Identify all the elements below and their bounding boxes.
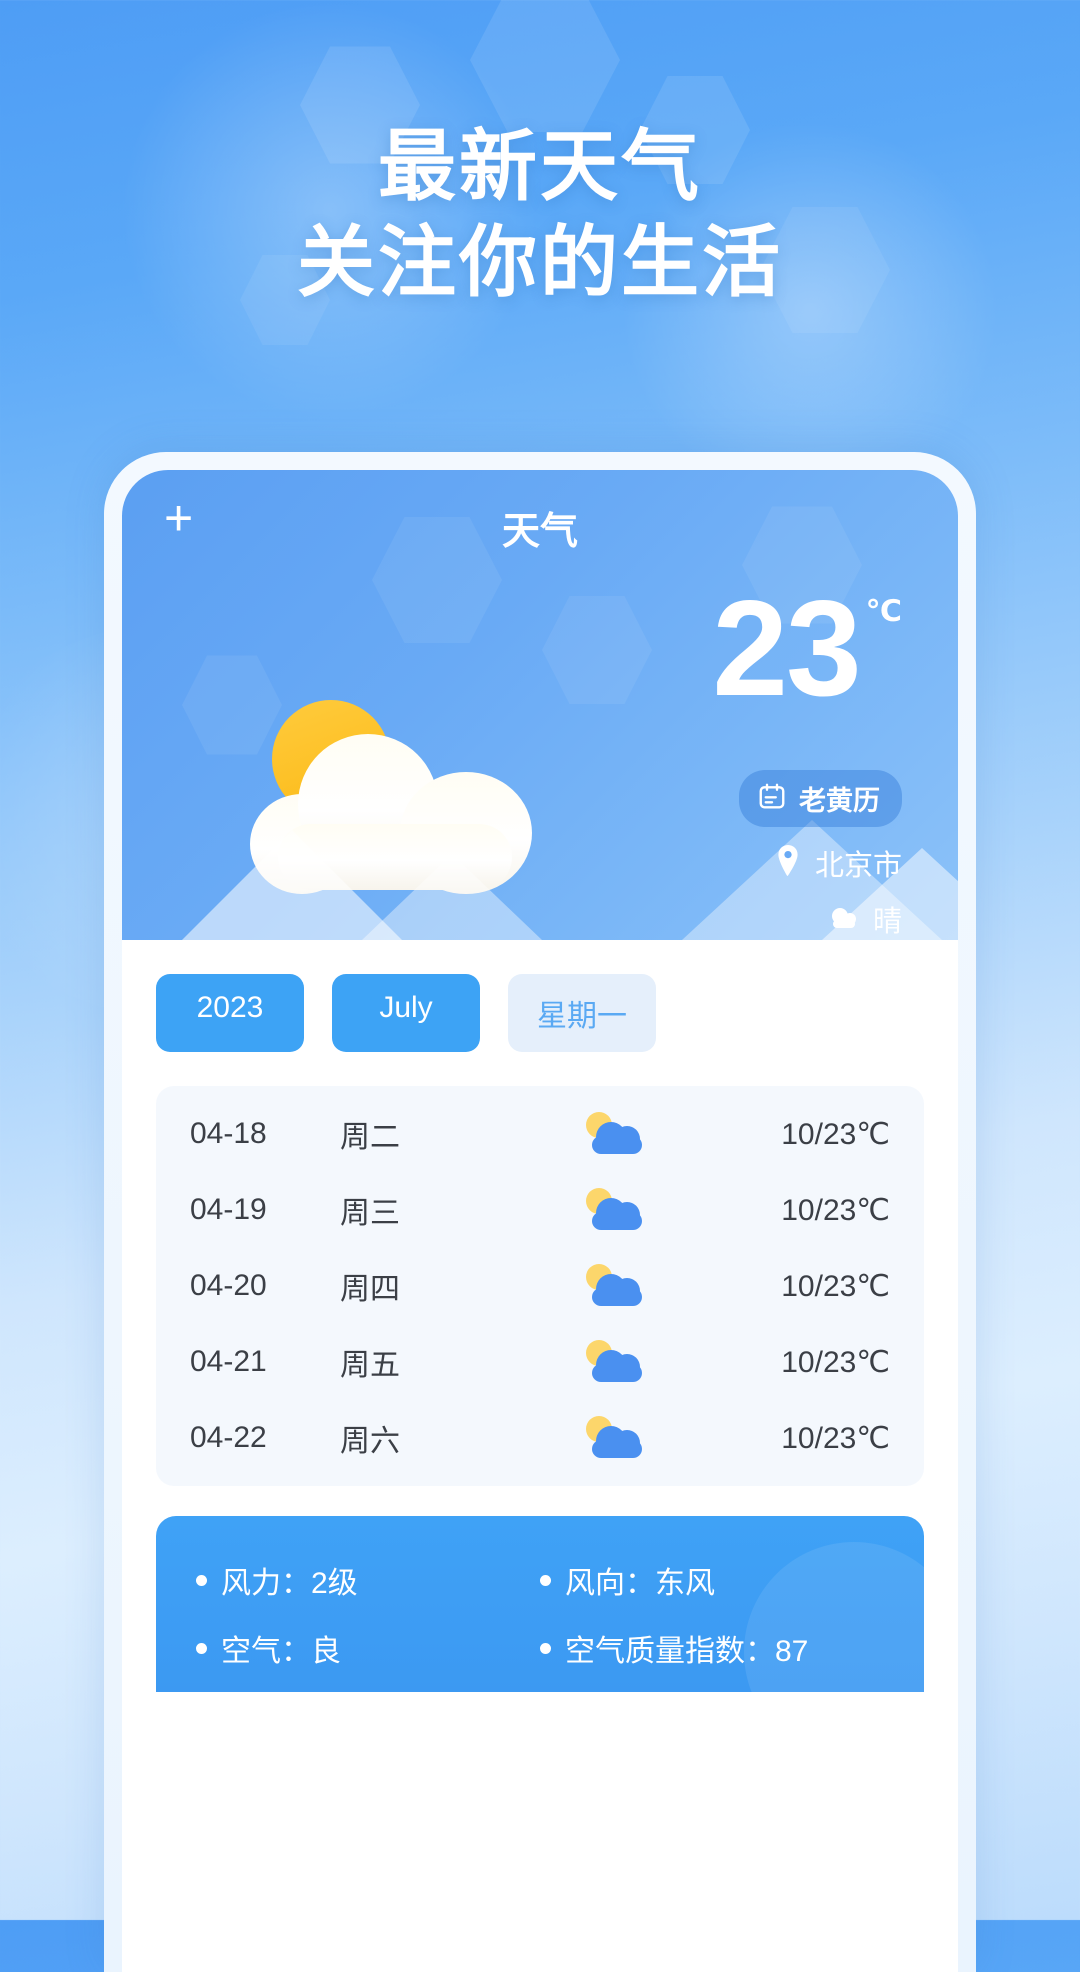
location-label: 北京市 [814,850,902,882]
temperature-value: 23 [712,572,861,724]
forecast-weekday: 周六 [340,1425,400,1458]
sun-behind-cloud-icon [520,1264,710,1308]
app-screen: + 天气 23 ℃ 老黄历 北京市 晴 2023 July 星期一 04-18 … [122,470,958,1972]
headline-line-1: 最新天气 [377,122,702,210]
forecast-weekday: 周三 [340,1197,400,1230]
location-row[interactable]: 北京市 [775,842,902,884]
app-bar: + 天气 [122,470,958,562]
page-title: 最新天气 关注你的生活 [0,118,1080,310]
condition-label: 晴 [872,906,902,938]
date-chip-group: 2023 July 星期一 [156,974,924,1052]
chip-month[interactable]: July [332,974,480,1052]
table-row[interactable]: 04-22 周六 10/23℃ [156,1400,924,1476]
table-row[interactable]: 04-20 周四 10/23℃ [156,1248,924,1324]
sun-behind-cloud-icon [520,1416,710,1460]
forecast-temperature: 10/23℃ [781,1421,890,1455]
detail-wind-force: 风力：2级 [196,1546,540,1614]
forecast-temperature: 10/23℃ [781,1345,890,1379]
sun-behind-cloud-icon [520,1188,710,1232]
almanac-button[interactable]: 老黄历 [739,770,902,827]
forecast-temperature: 10/23℃ [781,1193,890,1227]
phone-frame: + 天气 23 ℃ 老黄历 北京市 晴 2023 July 星期一 04-18 … [104,452,976,1972]
current-temperature: 23 ℃ [712,572,902,724]
forecast-weekday: 周五 [340,1349,400,1382]
forecast-temperature: 10/23℃ [781,1117,890,1151]
temperature-unit: ℃ [865,595,902,628]
location-pin-icon [775,844,801,882]
cloud-icon [829,905,859,934]
detail-label: 空气：良 [221,1635,341,1668]
forecast-temperature: 10/23℃ [781,1269,890,1303]
condition-row: 晴 [829,898,902,940]
chip-year[interactable]: 2023 [156,974,304,1052]
forecast-date: 04-22 [190,1421,267,1454]
almanac-label: 老黄历 [799,786,880,816]
app-title: 天气 [501,511,578,553]
forecast-weekday: 周二 [340,1121,400,1154]
detail-air-quality: 空气：良 [196,1614,540,1682]
forecast-date: 04-19 [190,1193,267,1226]
forecast-date: 04-18 [190,1117,267,1150]
weather-hero: + 天气 23 ℃ 老黄历 北京市 晴 [122,470,958,940]
table-row[interactable]: 04-19 周三 10/23℃ [156,1172,924,1248]
detail-aqi: 空气质量指数：87 [540,1614,884,1682]
table-row[interactable]: 04-21 周五 10/23℃ [156,1324,924,1400]
bullet-icon [540,1642,551,1654]
sun-behind-cloud-icon [520,1340,710,1384]
detail-label: 空气质量指数：87 [565,1635,809,1668]
forecast-panel: 2023 July 星期一 04-18 周二 10/23℃ 04-19 周三 1… [122,940,958,1692]
detail-label: 风力：2级 [221,1567,358,1600]
forecast-date: 04-21 [190,1345,267,1378]
calendar-icon [757,781,787,816]
forecast-list: 04-18 周二 10/23℃ 04-19 周三 10/23℃ 04-20 周四 [156,1086,924,1486]
table-row[interactable]: 04-18 周二 10/23℃ [156,1096,924,1172]
bullet-icon [540,1574,551,1586]
sun-behind-cloud-icon [520,1112,710,1156]
detail-wind-direction: 风向：东风 [540,1546,884,1614]
headline-line-2: 关注你的生活 [296,218,783,306]
detail-label: 风向：东风 [565,1567,715,1600]
bullet-icon [196,1574,207,1586]
forecast-date: 04-20 [190,1269,267,1302]
forecast-weekday: 周四 [340,1273,400,1306]
weather-details-panel: 风力：2级 风向：东风 空气：良 空气质量指数：87 [156,1516,924,1692]
chip-weekday[interactable]: 星期一 [508,974,656,1052]
bullet-icon [196,1642,207,1654]
